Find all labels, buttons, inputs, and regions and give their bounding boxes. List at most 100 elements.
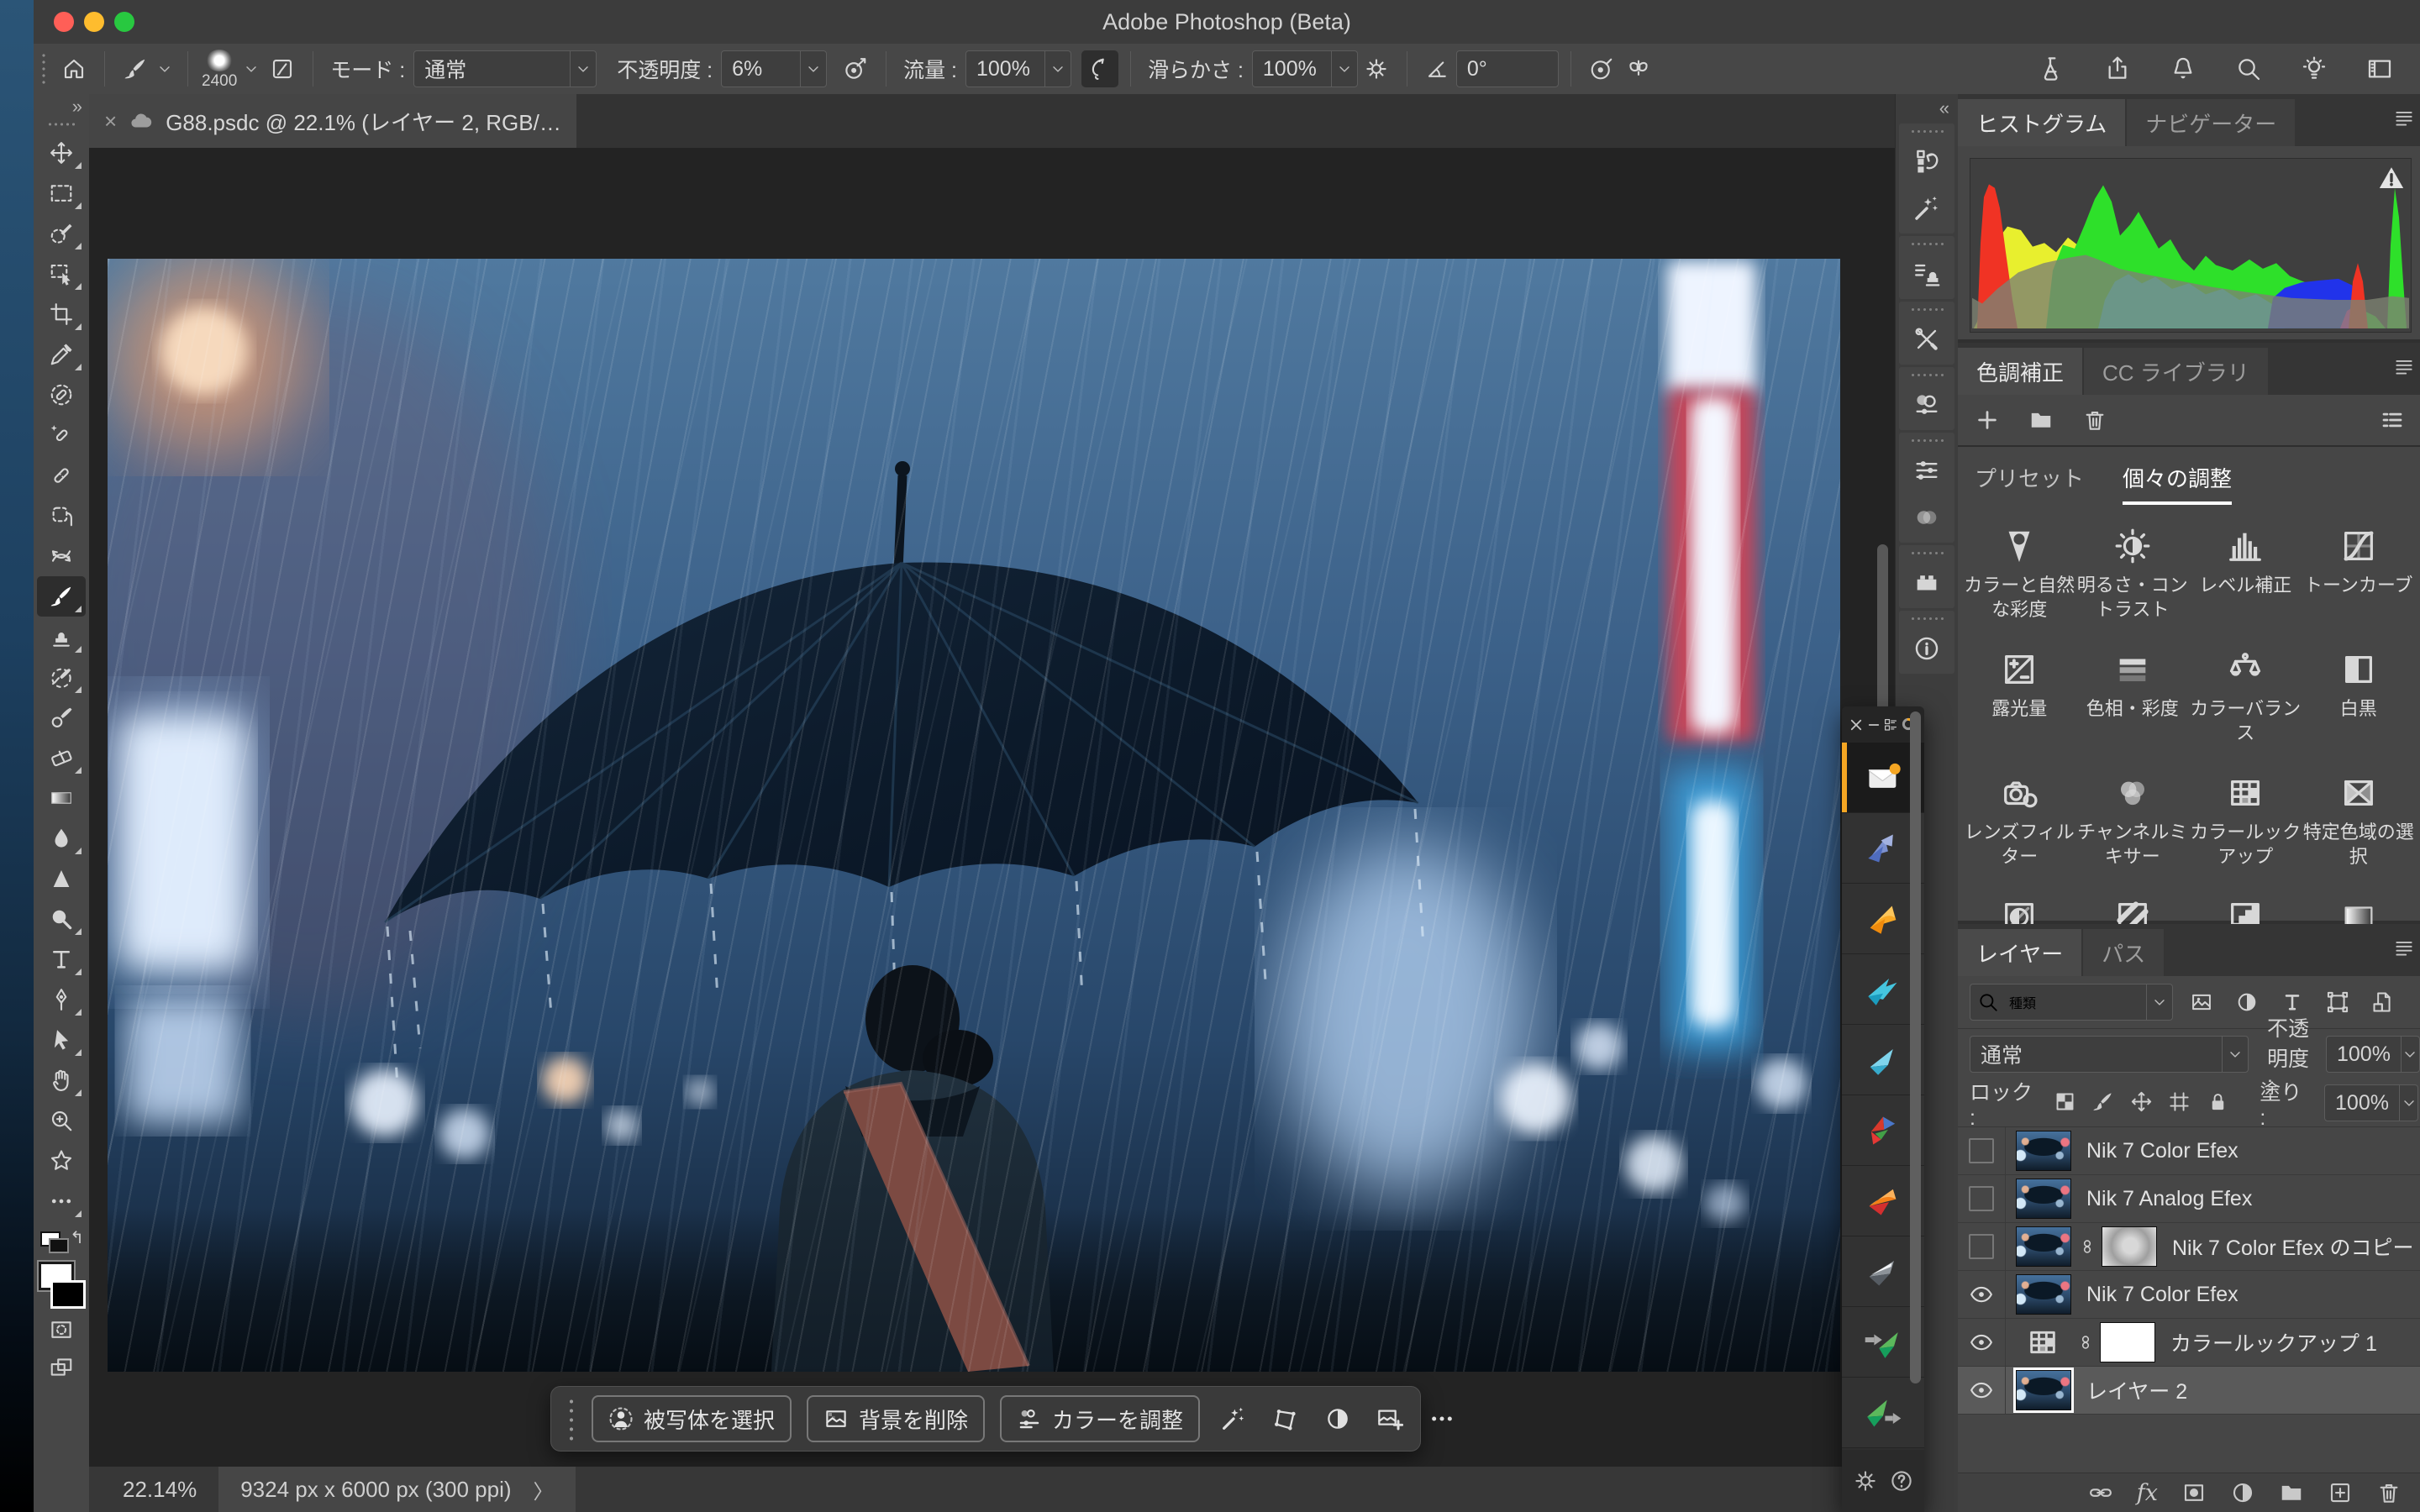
panel-group-grip[interactable] <box>1910 241 1944 247</box>
toolbar-expand-button[interactable]: » <box>34 94 89 118</box>
panel-group-grip[interactable] <box>1910 438 1944 444</box>
taskbar-drag-handle[interactable] <box>566 1397 576 1441</box>
layer-row[interactable]: カラールックアップ 1 <box>1958 1319 2420 1367</box>
chevron-down-icon[interactable] <box>240 60 262 77</box>
crop-tool[interactable] <box>37 294 86 334</box>
beta-feedback-icon[interactable] <box>2033 50 2070 87</box>
nik-close-icon[interactable] <box>1849 717 1864 732</box>
sharpener-output-button[interactable] <box>1842 1378 1924 1448</box>
document-tab[interactable]: × G88.psdc @ 22.1% (レイヤー 2, RGB/8) * <box>89 94 576 148</box>
lock-pixels-icon[interactable] <box>2091 1090 2115 1116</box>
adjustment-exposure[interactable]: 露光量 <box>1963 650 2076 745</box>
layer-mask-thumbnail[interactable] <box>2102 1226 2157 1267</box>
layer-thumbnail[interactable] <box>2016 1179 2071 1219</box>
panel-group-grip[interactable] <box>1910 616 1944 622</box>
dodge-tool[interactable] <box>37 899 86 939</box>
home-button[interactable] <box>55 50 92 87</box>
history-brush-tool[interactable] <box>37 657 86 697</box>
link-layers-icon[interactable] <box>2088 1480 2113 1505</box>
adjustment-lensfilter[interactable]: レンズフィルター <box>1963 774 2076 869</box>
canvas-area[interactable]: 被写体を選択背景を削除カラーを調整 22.14% 9324 px x 6000 … <box>89 148 1895 1512</box>
panel-menu-icon[interactable] <box>2393 356 2415 378</box>
transform-button[interactable] <box>1267 1400 1304 1437</box>
blur-tool[interactable] <box>37 818 86 858</box>
remove-tool[interactable] <box>37 375 86 415</box>
nik-scrollbar[interactable] <box>1910 711 1921 1383</box>
info-panel-icon[interactable] <box>1899 625 1954 672</box>
notifications-bell-icon[interactable] <box>2165 50 2202 87</box>
adjustment-levels[interactable]: レベル補正 <box>2189 527 2302 622</box>
adjustment-curves[interactable]: トーンカーブ <box>2302 527 2416 622</box>
select-subject-button[interactable]: 被写体を選択 <box>592 1395 792 1442</box>
warning-icon[interactable] <box>2377 164 2406 192</box>
chevron-right-icon[interactable]: 〉 <box>534 1475 554 1504</box>
more-tools-tool[interactable] <box>37 1181 86 1221</box>
new-layer-icon[interactable] <box>2328 1480 2353 1505</box>
layer-style-fx-icon[interactable]: fx <box>2137 1480 2158 1506</box>
brush-tool[interactable] <box>37 576 86 617</box>
nik-help-icon[interactable] <box>1889 1468 1914 1494</box>
document-dimensions[interactable]: 9324 px x 6000 px (300 ppi) 〉 <box>218 1467 575 1512</box>
tab-lay​ers[interactable]: レイヤー <box>1958 929 2081 976</box>
adjustment-brightness[interactable]: 明るさ・コントラスト <box>2076 527 2190 622</box>
collapse-panels-button[interactable]: « <box>1896 94 1958 121</box>
adjustment-lut[interactable]: カラールックアップ <box>2189 774 2302 869</box>
layer-fill-select[interactable]: 100% <box>2324 1084 2418 1121</box>
brush-size-picker[interactable]: 2400 <box>202 50 262 89</box>
layer-thumbnail[interactable] <box>2016 1370 2071 1410</box>
hand-tool[interactable] <box>37 1060 86 1100</box>
workspace-icon[interactable] <box>2361 50 2398 87</box>
add-mask-icon[interactable] <box>2181 1480 2207 1505</box>
healing-brush-tool[interactable] <box>37 455 86 496</box>
close-document-icon[interactable]: × <box>104 108 117 134</box>
adjust-color-button[interactable]: カラーを調整 <box>1000 1395 1200 1442</box>
filter-smart-objects-icon[interactable] <box>2366 985 2400 1019</box>
filter-shape-layers-icon[interactable] <box>2321 985 2354 1019</box>
opacity-select[interactable]: 6% <box>721 50 827 87</box>
search-icon[interactable] <box>2230 50 2267 87</box>
actions-panel-icon[interactable] <box>1899 185 1954 232</box>
panel-menu-icon[interactable] <box>2393 937 2415 959</box>
share-icon[interactable] <box>2099 50 2136 87</box>
layer-thumbnail[interactable] <box>2016 1274 2071 1315</box>
trash-icon[interactable] <box>2082 407 2107 433</box>
pen-tool[interactable] <box>37 979 86 1020</box>
more-options-button[interactable] <box>1423 1400 1460 1437</box>
options-bar-grip[interactable] <box>40 52 47 86</box>
layer-mask-thumbnail[interactable] <box>2100 1322 2155 1362</box>
custom-shape-tool[interactable] <box>37 1141 86 1181</box>
spot-healing-tool[interactable] <box>37 415 86 455</box>
adjustments-panel-icon[interactable] <box>1899 447 1954 494</box>
eyedropper-tool[interactable] <box>37 334 86 375</box>
adjustment-vibrance[interactable]: カラーと自然な彩度 <box>1963 527 2076 622</box>
adjustment-balance[interactable]: カラーバランス <box>2189 650 2302 745</box>
smoothing-select[interactable]: 100% <box>1252 50 1358 87</box>
eraser-tool[interactable] <box>37 738 86 778</box>
tool-preset-brush-icon[interactable] <box>117 50 154 87</box>
filter-image-layers-icon[interactable] <box>2185 985 2218 1019</box>
layer-row[interactable]: Nik 7 Color Efex <box>1958 1271 2420 1319</box>
layer-row[interactable]: Nik 7 Color Efex <box>1958 1127 2420 1175</box>
tab-histogram[interactable]: ヒストグラム <box>1958 99 2125 146</box>
default-swap-colors[interactable]: ↰ <box>39 1230 84 1252</box>
flow-select[interactable]: 100% <box>965 50 1071 87</box>
subtab-single-adjustments[interactable]: 個々の調整 <box>2123 462 2232 505</box>
new-group-icon[interactable] <box>2279 1480 2304 1505</box>
new-adjustment-layer-icon[interactable] <box>2230 1480 2255 1505</box>
pressure-size-toggle[interactable] <box>1583 50 1620 87</box>
layer-thumbnail[interactable] <box>2016 1226 2071 1267</box>
swap-colors-arrow[interactable]: ↰ <box>70 1230 84 1247</box>
properties-panel-icon[interactable] <box>1899 381 1954 428</box>
panel-group-grip[interactable] <box>1910 550 1944 556</box>
adjustment-bw[interactable]: 白黒 <box>2302 650 2416 745</box>
history-panel-icon[interactable] <box>1899 138 1954 185</box>
type-tool[interactable] <box>37 939 86 979</box>
tab-cc-libraries[interactable]: CC ライブラリ <box>2084 348 2268 395</box>
sharpen-tool[interactable] <box>37 858 86 899</box>
panel-group-grip[interactable] <box>1910 307 1944 312</box>
clone-stamp-tool[interactable] <box>37 617 86 657</box>
discover-bulb-icon[interactable] <box>2296 50 2333 87</box>
layer-thumbnail[interactable] <box>2016 1131 2071 1171</box>
blend-mode-select[interactable]: 通常 <box>413 50 597 87</box>
nik-settings-icon[interactable] <box>1883 717 1898 732</box>
